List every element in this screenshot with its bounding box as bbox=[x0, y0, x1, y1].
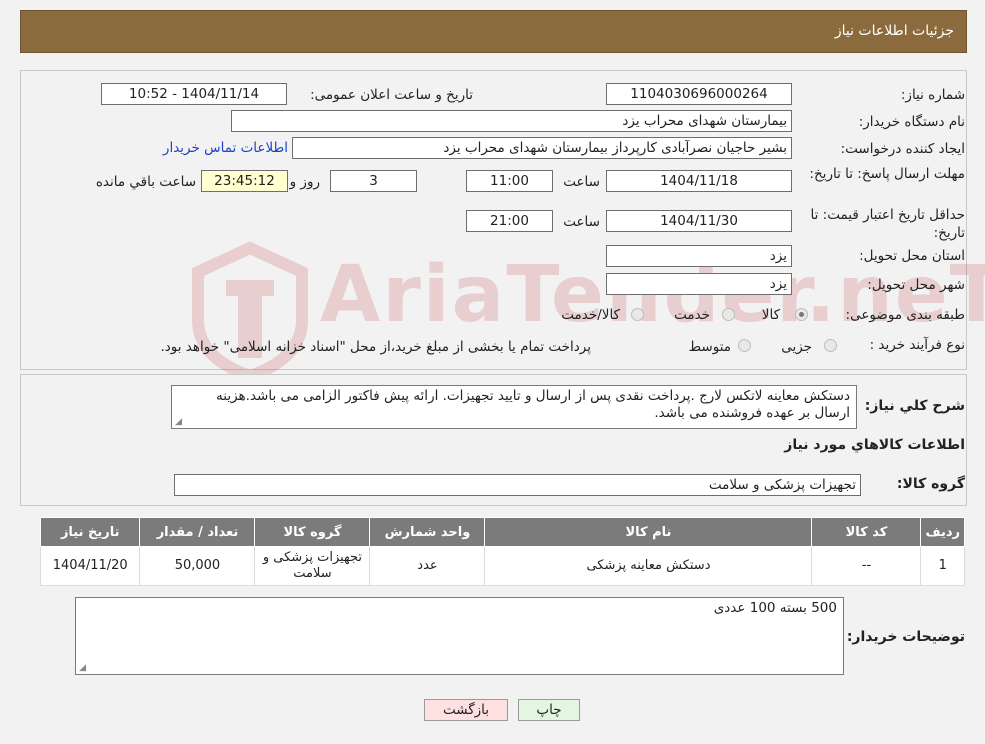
items-table: رديف کد کالا نام کالا واحد شمارش گروه کا… bbox=[39, 517, 965, 586]
cell-name: دستکش معاینه پزشکی bbox=[484, 546, 813, 586]
city-field: یزد bbox=[606, 273, 792, 295]
description-textarea[interactable]: دستکش معاینه لاتکس لارج .پرداخت نقدی پس … bbox=[171, 385, 857, 429]
items-table-header: رديف کد کالا نام کالا واحد شمارش گروه کا… bbox=[39, 517, 965, 547]
resize-grip-icon[interactable]: ◢ bbox=[174, 418, 182, 427]
cell-row: 1 bbox=[920, 546, 965, 586]
validity-time-label: ساعت bbox=[563, 214, 600, 230]
category-option-service: خدمت bbox=[674, 307, 710, 323]
category-radio-goods[interactable] bbox=[795, 308, 808, 321]
table-row: 1 -- دستکش معاینه پزشکی عدد تجهیزات پزشک… bbox=[39, 546, 965, 586]
buyer-notes-textarea[interactable]: 500 بسته 100 عددی ◢ bbox=[75, 597, 844, 675]
cell-unit: عدد bbox=[369, 546, 486, 586]
page-header: جزئیات اطلاعات نیاز bbox=[20, 10, 967, 53]
need-number-field: 1104030696000264 bbox=[606, 83, 792, 105]
description-text: دستکش معاینه لاتکس لارج .پرداخت نقدی پس … bbox=[216, 388, 850, 421]
resize-grip-icon[interactable]: ◢ bbox=[78, 664, 86, 673]
deadline-time-field: 11:00 bbox=[466, 170, 553, 192]
city-label: شهر محل تحویل: bbox=[867, 277, 965, 293]
cell-code: -- bbox=[811, 546, 922, 586]
category-radio-service[interactable] bbox=[722, 308, 735, 321]
province-label: استان محل تحویل: bbox=[859, 248, 965, 264]
col-qty: تعداد / مقدار bbox=[139, 517, 256, 547]
buyer-field: بیمارستان شهدای محراب یزد bbox=[231, 110, 792, 132]
description-label: شرح کلي نياز: bbox=[864, 398, 965, 414]
col-group: گروه کالا bbox=[254, 517, 371, 547]
goods-group-label: گروه کالا: bbox=[896, 476, 965, 492]
col-row: رديف bbox=[920, 517, 965, 547]
province-field: یزد bbox=[606, 245, 792, 267]
creator-field: بشیر حاجیان نصرآبادی کارپرداز بیمارستان … bbox=[292, 137, 792, 159]
process-option-medium: متوسط bbox=[688, 339, 731, 355]
days-field: 3 bbox=[330, 170, 417, 192]
col-date: تاریخ نیاز bbox=[39, 517, 141, 547]
process-label: نوع فرآیند خرید : bbox=[869, 337, 965, 353]
deadline-date-field: 1404/11/18 bbox=[606, 170, 792, 192]
category-label: طبقه بندی موضوعی: bbox=[845, 307, 965, 323]
process-option-minor: جزیی bbox=[781, 339, 812, 355]
contact-info-link[interactable]: اطلاعات تماس خریدار bbox=[163, 140, 288, 156]
validity-time-field: 21:00 bbox=[466, 210, 553, 232]
cell-qty: 50,000 bbox=[139, 546, 256, 586]
remaining-label: ساعت باقي مانده bbox=[95, 174, 196, 190]
announce-field: 1404/11/14 - 10:52 bbox=[101, 83, 287, 105]
validity-date-field: 1404/11/30 bbox=[606, 210, 792, 232]
category-option-goods: کالا bbox=[761, 307, 780, 323]
creator-label: ایجاد کننده درخواست: bbox=[840, 141, 965, 157]
deadline-time-label: ساعت bbox=[563, 174, 600, 190]
category-option-goods-service: کالا/خدمت bbox=[561, 307, 620, 323]
cell-date: 1404/11/20 bbox=[39, 546, 141, 586]
col-code: کد کالا bbox=[811, 517, 922, 547]
validity-label: حداقل تاریخ اعتبار قیمت: تا تاریخ: bbox=[810, 207, 965, 241]
announce-label: تاریخ و ساعت اعلان عمومی: bbox=[310, 87, 473, 103]
process-note: پرداخت تمام یا بخشی از مبلغ خرید،از محل … bbox=[160, 339, 591, 355]
buyer-notes-label: توضیحات خریدار: bbox=[846, 629, 965, 645]
cell-group: تجهیزات پزشکی و سلامت bbox=[254, 546, 371, 586]
print-button[interactable]: چاپ bbox=[518, 699, 580, 721]
buyer-notes-text: 500 بسته 100 عددی bbox=[713, 600, 837, 616]
col-name: نام کالا bbox=[484, 517, 813, 547]
deadline-label: مهلت ارسال پاسخ: تا تاریخ: bbox=[809, 166, 965, 182]
process-radio-minor[interactable] bbox=[824, 339, 837, 352]
need-number-label: شماره نیاز: bbox=[900, 87, 965, 103]
col-unit: واحد شمارش bbox=[369, 517, 486, 547]
process-radio-medium[interactable] bbox=[738, 339, 751, 352]
buyer-label: نام دستگاه خریدار: bbox=[858, 114, 965, 130]
page-title: جزئیات اطلاعات نیاز bbox=[834, 23, 954, 39]
goods-group-field: تجهیزات پزشکی و سلامت bbox=[174, 474, 861, 496]
remaining-time-field: 23:45:12 bbox=[201, 170, 288, 192]
category-radio-goods-service[interactable] bbox=[631, 308, 644, 321]
back-button[interactable]: بازگشت bbox=[424, 699, 508, 721]
goods-section-title: اطلاعات كالاهاي مورد نياز bbox=[784, 437, 965, 453]
days-label: روز و bbox=[289, 174, 320, 190]
